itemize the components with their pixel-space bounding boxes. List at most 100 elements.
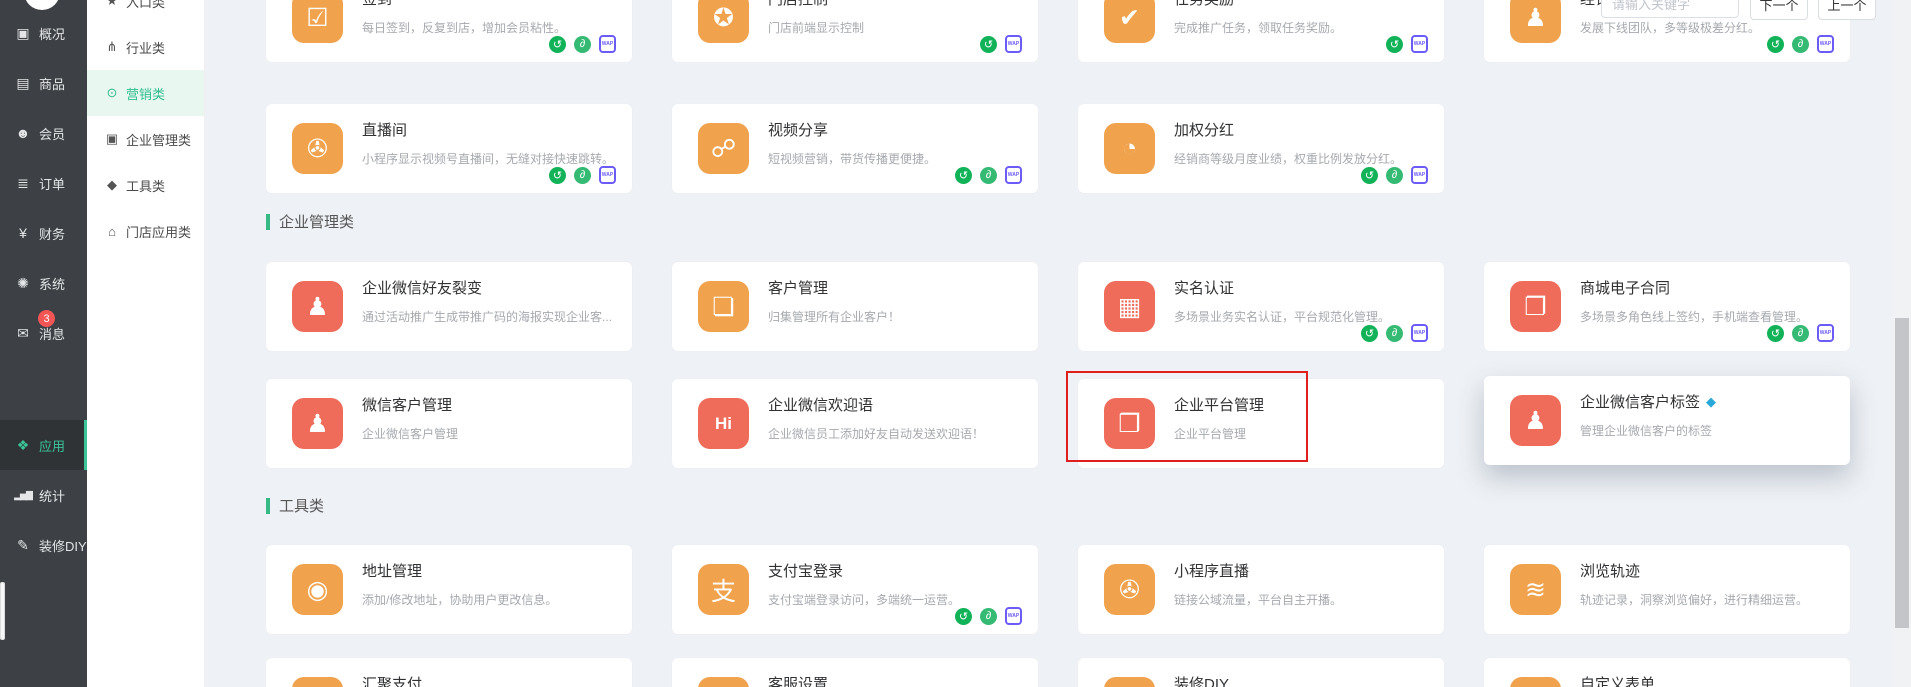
contract-icon: ❐ <box>1510 281 1561 332</box>
app-card[interactable]: 支支付宝登录支付宝端登录访问，多端统一运营。↺∂WAP <box>672 545 1038 634</box>
sidebar-item-finance[interactable]: ¥财务 <box>0 208 87 258</box>
category-item-industry[interactable]: ⋔行业类 <box>87 24 204 70</box>
footprint-icon: ≋ <box>1510 564 1561 615</box>
app-card-description: 企业微信客户管理 <box>362 425 458 442</box>
app-card-title: 企业平台管理 <box>1174 394 1264 415</box>
platform-icons: ↺∂WAP <box>1767 324 1834 342</box>
wap-icon: WAP <box>1817 324 1834 342</box>
app-card[interactable]: ◉地址管理添加/修改地址，协助用户更改信息。 <box>266 545 632 634</box>
category-item-store[interactable]: ⌂门店应用类 <box>87 208 204 254</box>
person-share-icon: ♟ <box>292 281 343 332</box>
app-card[interactable]: Hi企业微信欢迎语企业微信员工添加好友自动发送欢迎语！ <box>672 379 1038 468</box>
sidebar-item-apps[interactable]: ❖应用 <box>0 420 87 470</box>
category-item-marketing[interactable]: ⊙营销类 <box>87 70 204 116</box>
wap-icon: WAP <box>1005 166 1022 184</box>
marketing-category-icon: ⊙ <box>102 85 122 101</box>
app-card[interactable]: ❏自定义表单 <box>1484 658 1850 687</box>
sidebar-item-system[interactable]: ✺系统 <box>0 258 87 308</box>
app-card-description: 完成推广任务，领取任务奖励。 <box>1174 19 1342 36</box>
app-card-description: 添加/修改地址，协助用户更改信息。 <box>362 591 557 608</box>
app-card[interactable]: ◈汇聚支付 <box>266 658 632 687</box>
miniprogram-icon: ↺ <box>980 36 997 53</box>
app-card[interactable]: ☎客服设置 <box>672 658 1038 687</box>
app-card[interactable]: ☑签到每日签到，反复到店，增加会员粘性。↺∂WAP <box>266 0 632 62</box>
prev-button[interactable]: 上一个 <box>1818 0 1876 20</box>
sidebar-scroll-indicator[interactable] <box>0 582 5 640</box>
miniprogram-icon: ↺ <box>1767 325 1784 342</box>
wap-icon: WAP <box>1411 166 1428 184</box>
next-button[interactable]: 下一个 <box>1750 0 1808 20</box>
tools-category-icon: ◆ <box>102 177 122 193</box>
sidebar-item-overview[interactable]: ▣概况 <box>0 8 87 58</box>
sidebar-item-members[interactable]: ☻会员 <box>0 108 87 158</box>
category-item-tools[interactable]: ◆工具类 <box>87 162 204 208</box>
app-card[interactable]: ♟企业微信客户标签◆管理企业微信客户的标签 <box>1484 376 1850 465</box>
app-card-title: 商城电子合同 <box>1580 277 1670 298</box>
form-icon: ❏ <box>1510 677 1561 687</box>
app-card-description: 发展下线团队，多等级极差分红。 <box>1580 19 1760 36</box>
app-card-title: 客服设置 <box>768 673 828 687</box>
app-card[interactable]: ≋浏览轨迹轨迹记录，洞察浏览偏好，进行精细运营。 <box>1484 545 1850 634</box>
link-share-icon: ☍ <box>698 123 749 174</box>
platform-icons: ↺∂WAP <box>955 607 1022 625</box>
app-card-title: 装修DIY <box>1174 673 1229 687</box>
keyword-search-input[interactable] <box>1601 0 1739 18</box>
app-card-title: 企业微信客户标签◆ <box>1580 391 1716 412</box>
sidebar-item-label: 商品 <box>39 74 65 93</box>
person-tag-icon: ♟ <box>1510 395 1561 446</box>
app-card[interactable]: ✇直播间小程序显示视频号直播间，无缝对接快速跳转。↺∂WAP <box>266 104 632 193</box>
app-card[interactable]: ▦实名认证多场景业务实名认证，平台规范化管理。↺∂WAP <box>1078 262 1444 351</box>
app-card[interactable]: ♟微信客户管理企业微信客户管理 <box>266 379 632 468</box>
category-item-label: 入口类 <box>126 0 165 11</box>
app-card[interactable]: ❒企业平台管理企业平台管理 <box>1078 379 1444 468</box>
members-icon: ☻ <box>12 125 34 141</box>
app-card-description: 链接公域流量，平台自主开播。 <box>1174 591 1342 608</box>
app-card-title: 直播间 <box>362 119 407 140</box>
sidebar-item-label: 订单 <box>39 174 65 193</box>
app-card[interactable]: ✪门店控制门店前端显示控制↺WAP <box>672 0 1038 62</box>
alipay-icon: 支 <box>698 564 749 615</box>
clipboard-check-icon: ✔ <box>1104 0 1155 43</box>
app-card-title: 门店控制 <box>768 0 828 9</box>
live-camera-icon: ✇ <box>292 123 343 174</box>
app-card-description: 通过活动推广生成带推广码的海报实现企业客... <box>362 308 612 325</box>
hi-bubble-icon: Hi <box>698 398 749 449</box>
app-card[interactable]: ♟ 企业微信好友裂变通过活动推广生成带推广码的海报实现企业客... <box>266 262 632 351</box>
paint-icon: ✎ <box>1104 677 1155 687</box>
person-chart-icon: ◔ <box>1104 123 1155 174</box>
miniprogram-icon: ↺ <box>955 167 972 184</box>
people-group-icon: ♟ <box>292 398 343 449</box>
wap-icon: WAP <box>1411 324 1428 342</box>
entry-category-icon: ★ <box>102 0 122 9</box>
sidebar-item-stats[interactable]: ▂▅▇统计 <box>0 470 87 520</box>
app-card-title: 签到 <box>362 0 392 9</box>
app-card[interactable]: ☍视频分享短视频营销，带货传播更便捷。↺∂WAP <box>672 104 1038 193</box>
platform-icons: ↺∂WAP <box>549 35 616 53</box>
app-card[interactable]: ✇小程序直播链接公域流量，平台自主开播。 <box>1078 545 1444 634</box>
app-card-description: 小程序显示视频号直播间，无缝对接快速跳转。 <box>362 150 614 167</box>
h5-icon: ∂ <box>980 608 997 625</box>
app-card[interactable]: ✎ 装修DIY <box>1078 658 1444 687</box>
page-scrollbar-track[interactable] <box>1893 0 1911 687</box>
sidebar-item-label: 系统 <box>39 274 65 293</box>
page-scrollbar-thumb[interactable] <box>1895 318 1909 628</box>
category-item-entry[interactable]: ★ 入口类 <box>87 0 204 24</box>
miniprogram-icon: ↺ <box>955 608 972 625</box>
app-card[interactable]: ✔任务奖励完成推广任务，领取任务奖励。↺WAP <box>1078 0 1444 62</box>
app-card[interactable]: ❐商城电子合同多场景多角色线上签约，手机端查看管理。↺∂WAP <box>1484 262 1850 351</box>
sidebar-item-goods[interactable]: ▤商品 <box>0 58 87 108</box>
app-card-title: 加权分红 <box>1174 119 1234 140</box>
app-card-description: 每日签到，反复到店，增加会员粘性。 <box>362 19 566 36</box>
app-card-title: 支付宝登录 <box>768 560 843 581</box>
app-card-title: 企业微信好友裂变 <box>362 277 482 298</box>
sidebar-item-messages[interactable]: ✉消息3 <box>0 308 87 358</box>
category-item-label: 门店应用类 <box>126 222 191 241</box>
category-item-enterprise[interactable]: ▣企业管理类 <box>87 116 204 162</box>
section-title: 工具类 <box>279 495 324 516</box>
stats-icon: ▂▅▇ <box>12 490 34 501</box>
sidebar-item-diy[interactable]: ✎装修DIY <box>0 520 87 570</box>
sidebar-item-orders[interactable]: ≣订单 <box>0 158 87 208</box>
app-card[interactable]: ◔加权分红经销商等级月度业绩，权重比例发放分红。↺∂WAP <box>1078 104 1444 193</box>
section-header-tools: 工具类 <box>266 495 324 516</box>
app-card[interactable]: ❏客户管理归集管理所有企业客户！ <box>672 262 1038 351</box>
